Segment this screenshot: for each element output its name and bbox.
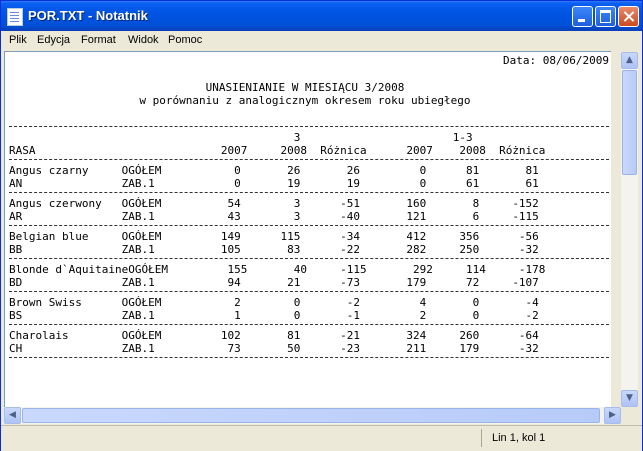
- notepad-window: POR.TXT - Notatnik Plik Edycja Format Wi…: [0, 0, 643, 451]
- vertical-scroll-thumb[interactable]: [622, 70, 637, 175]
- table-row-angus-czerwony-zab1: AR ZAB.1 43 3 -40 121 6 -115: [9, 210, 539, 223]
- separator-line: [9, 258, 609, 259]
- separator-line: [9, 192, 609, 193]
- table-row-charolais-zab1: CH ZAB.1 73 50 -23 211 179 -32: [9, 342, 539, 355]
- minimize-button[interactable]: [572, 6, 593, 27]
- separator-line: [9, 324, 609, 325]
- column-headers: RASA 2007 2008 Różnica 2007 2008 Różnica: [9, 144, 546, 157]
- menu-edycja[interactable]: Edycja: [37, 34, 70, 46]
- menu-bar: Plik Edycja Format Widok Pomoc: [1, 31, 642, 51]
- separator-line: [9, 357, 609, 358]
- separator-line: [9, 159, 609, 160]
- menu-plik[interactable]: Plik: [9, 34, 27, 46]
- window-title: POR.TXT - Notatnik: [28, 8, 148, 23]
- table-row-angus-czerwony-ogolem: Angus czerwony OGÓŁEM 54 3 -51 160 8 -15…: [9, 197, 539, 210]
- scroll-right-button[interactable]: ▶: [604, 407, 621, 424]
- table-row-belgian-blue-zab1: BB ZAB.1 105 83 -22 282 250 -32: [9, 243, 539, 256]
- close-button[interactable]: [618, 6, 639, 27]
- table-row-brown-swiss-ogolem: Brown Swiss OGÓŁEM 2 0 -2 4 0 -4: [9, 296, 539, 309]
- scroll-left-button[interactable]: ◀: [4, 407, 21, 424]
- table-row-charolais-ogolem: Charolais OGÓŁEM 102 81 -21 324 260 -64: [9, 329, 539, 342]
- vertical-scrollbar[interactable]: ▲ ▼: [621, 52, 638, 407]
- notepad-icon: [7, 8, 23, 26]
- horizontal-scrollbar[interactable]: ◀ ▶: [4, 407, 621, 424]
- cursor-position: Lin 1, kol 1: [481, 429, 631, 447]
- scroll-down-button[interactable]: ▼: [621, 390, 638, 407]
- scrollbar-corner: [621, 407, 638, 424]
- table-row-blonde-d-aquitaine-ogolem: Blonde d`AquitaineOGÓŁEM 155 40 -115 292…: [9, 263, 546, 276]
- menu-pomoc[interactable]: Pomoc: [168, 34, 202, 46]
- separator-line: [9, 291, 609, 292]
- report-subtitle: w porównaniu z analogicznym okresem roku…: [139, 94, 471, 107]
- title-bar[interactable]: POR.TXT - Notatnik: [1, 1, 642, 31]
- separator-line: [9, 126, 609, 127]
- table-row-blonde-d-aquitaine-zab1: BD ZAB.1 94 21 -73 179 72 -107: [9, 276, 539, 289]
- text-editor-area[interactable]: Data: 08/06/2009 UNASIENIANIE W MIESIĄCU …: [4, 51, 611, 408]
- table-row-brown-swiss-zab1: BS ZAB.1 1 0 -1 2 0 -2: [9, 309, 539, 322]
- separator-line: [9, 225, 609, 226]
- table-row-belgian-blue-ogolem: Belgian blue OGÓŁEM 149 115 -34 412 356 …: [9, 230, 539, 243]
- status-bar: Lin 1, kol 1: [1, 425, 642, 451]
- table-row-angus-czarny-zab1: AN ZAB.1 0 19 19 0 61 61: [9, 177, 539, 190]
- scroll-up-button[interactable]: ▲: [621, 52, 638, 69]
- report-title: UNASIENIANIE W MIESIĄCU 3/2008: [205, 81, 405, 94]
- date-line: Data: 08/06/2009: [503, 54, 609, 67]
- maximize-button[interactable]: [595, 6, 616, 27]
- table-row-angus-czarny-ogolem: Angus czarny OGÓŁEM 0 26 26 0 81 81: [9, 164, 539, 177]
- horizontal-scroll-thumb[interactable]: [22, 408, 600, 423]
- menu-format[interactable]: Format: [81, 34, 116, 46]
- header-periods: 3 1-3: [9, 131, 473, 144]
- menu-widok[interactable]: Widok: [128, 34, 159, 46]
